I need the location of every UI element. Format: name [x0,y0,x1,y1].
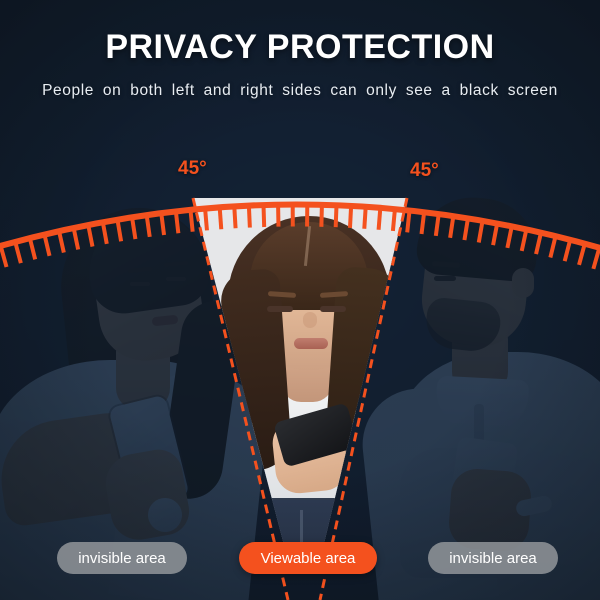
privacy-protection-graphic: PRIVACY PROTECTION People on both left a… [0,0,600,600]
angle-label-right: 45° [410,160,439,181]
badge-invisible-right: invisible area [428,542,558,574]
badge-viewable-center: Viewable area [239,542,377,574]
angle-label-left: 45° [178,158,207,179]
page-title: PRIVACY PROTECTION [105,28,495,66]
page-subtitle: People on both left and right sides can … [42,82,558,99]
badge-invisible-left: invisible area [57,542,187,574]
